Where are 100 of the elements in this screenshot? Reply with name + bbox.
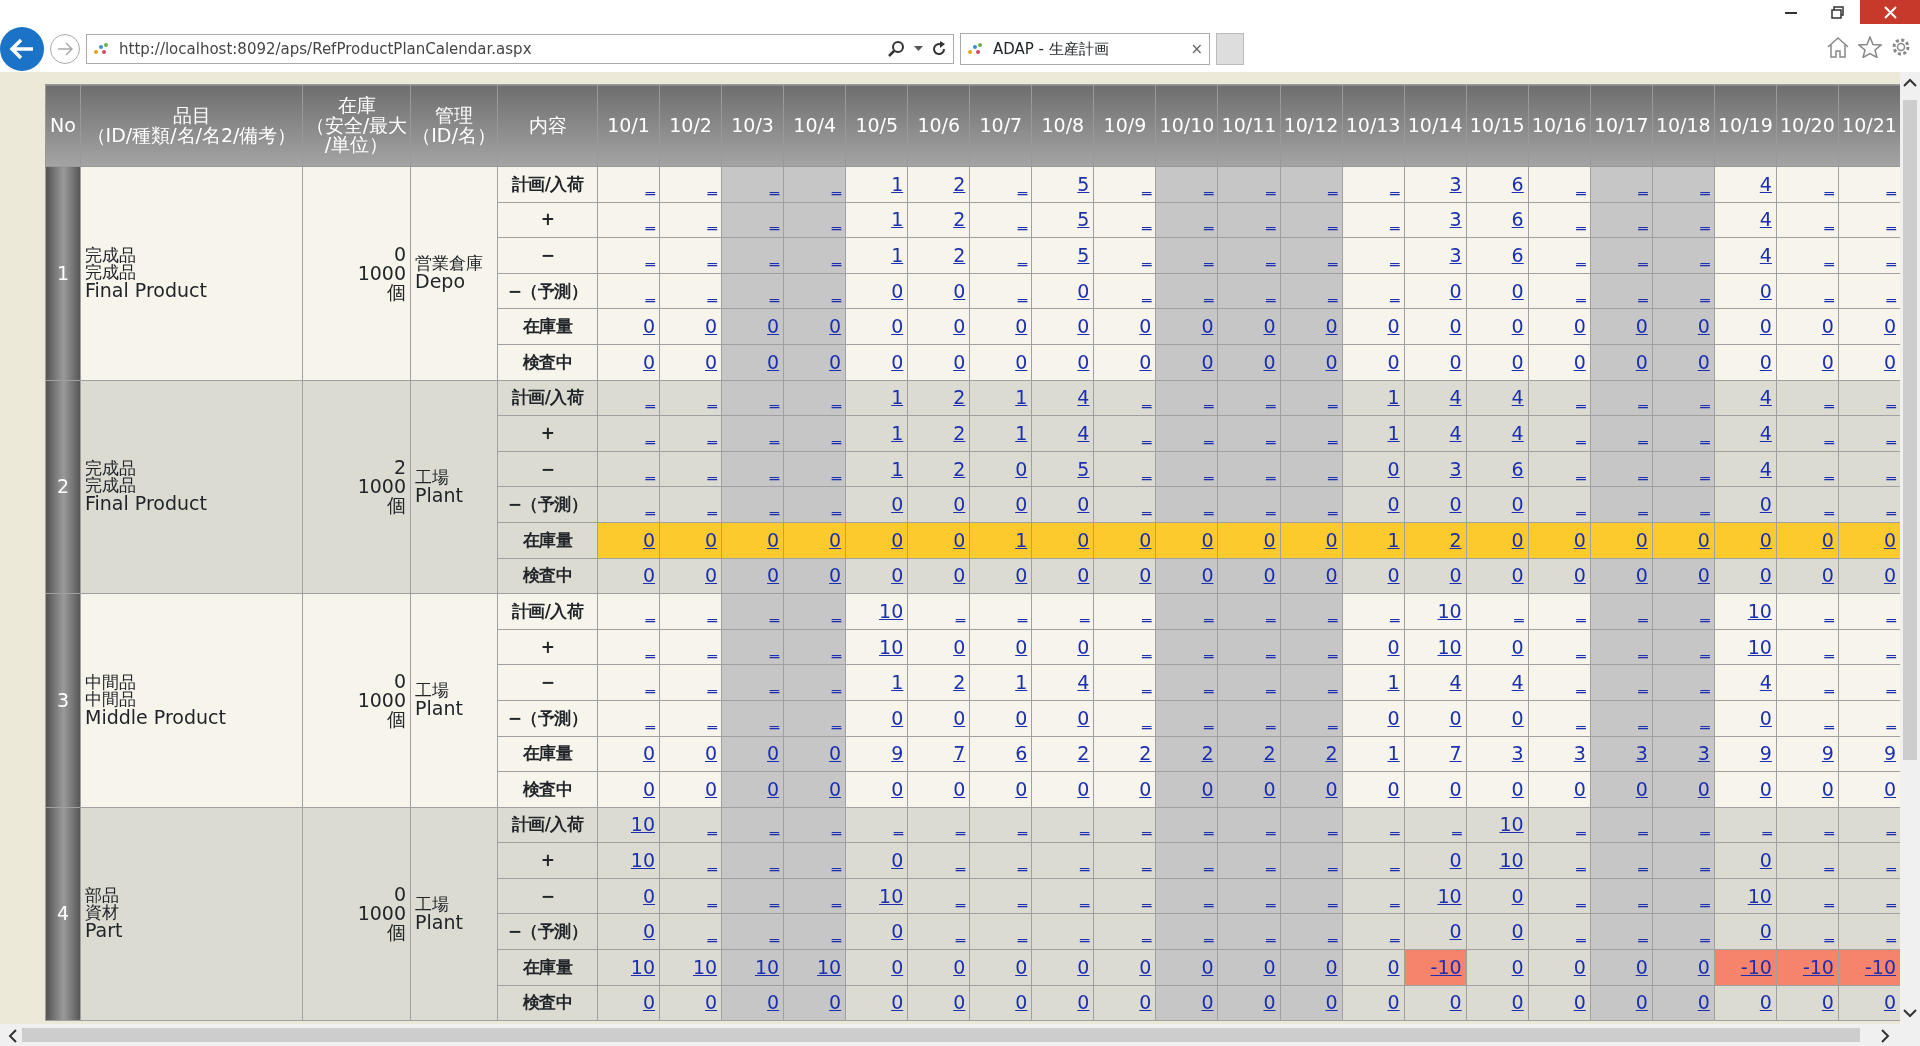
quantity-link[interactable]: _ <box>1700 386 1710 409</box>
quantity-link[interactable]: _ <box>1141 208 1152 231</box>
quantity-link[interactable]: 0 <box>1511 279 1524 302</box>
quantity-link[interactable]: _ <box>1824 599 1834 622</box>
quantity-link[interactable]: 0 <box>1263 955 1276 978</box>
quantity-link[interactable]: _ <box>1328 813 1338 836</box>
quantity-link[interactable]: 0 <box>953 955 966 978</box>
quantity-link[interactable]: 0 <box>1325 564 1338 587</box>
quantity-link[interactable]: _ <box>1886 599 1896 622</box>
quantity-link[interactable]: _ <box>1762 813 1772 836</box>
quantity-link[interactable]: 0 <box>1015 635 1028 658</box>
quantity-link[interactable]: 0 <box>1201 350 1214 373</box>
quantity-link[interactable]: _ <box>769 244 780 266</box>
scroll-up-icon[interactable] <box>1903 78 1917 87</box>
quantity-link[interactable]: _ <box>1017 279 1028 302</box>
quantity-link[interactable]: 0 <box>1759 849 1772 872</box>
quantity-link[interactable]: 4 <box>1759 208 1772 231</box>
quantity-link[interactable]: _ <box>1017 813 1028 836</box>
quantity-link[interactable]: _ <box>1576 849 1586 872</box>
quantity-link[interactable]: _ <box>1203 706 1214 729</box>
quantity-link[interactable]: _ <box>1328 671 1338 694</box>
quantity-link[interactable]: 3 <box>1573 742 1586 765</box>
quantity-link[interactable]: 0 <box>705 777 718 800</box>
quantity-link[interactable]: _ <box>769 813 780 836</box>
quantity-link[interactable]: 1 <box>891 244 904 266</box>
quantity-link[interactable]: _ <box>1886 849 1896 872</box>
quantity-link[interactable]: 0 <box>1077 493 1090 516</box>
quantity-link[interactable]: _ <box>1203 421 1214 444</box>
quantity-link[interactable]: 0 <box>1325 350 1338 373</box>
quantity-link[interactable]: 6 <box>1511 208 1524 231</box>
quantity-link[interactable]: 0 <box>1759 350 1772 373</box>
quantity-link[interactable]: 0 <box>642 991 656 1014</box>
quantity-link[interactable]: 4 <box>1511 421 1524 444</box>
search-icon[interactable] <box>888 40 906 58</box>
quantity-link[interactable]: 10 <box>1437 635 1462 658</box>
quantity-link[interactable]: 5 <box>1077 244 1090 266</box>
quantity-link[interactable]: _ <box>645 386 656 409</box>
quantity-link[interactable]: 1 <box>1015 528 1028 551</box>
quantity-link[interactable]: 10 <box>754 955 780 978</box>
quantity-link[interactable]: 0 <box>1449 493 1462 516</box>
quantity-link[interactable]: 10 <box>1437 884 1462 907</box>
address-bar[interactable]: http://localhost:8092/aps/RefProductPlanCalendar.aspx <box>86 34 954 64</box>
quantity-link[interactable]: 0 <box>767 564 780 587</box>
quantity-link[interactable]: 0 <box>1077 706 1090 729</box>
quantity-link[interactable]: _ <box>1700 706 1710 729</box>
quantity-link[interactable]: 7 <box>1449 742 1462 765</box>
quantity-link[interactable]: 0 <box>1511 955 1524 978</box>
quantity-link[interactable]: 0 <box>705 528 718 551</box>
quantity-link[interactable]: 0 <box>1821 777 1834 800</box>
quantity-link[interactable]: _ <box>1700 208 1710 231</box>
quantity-link[interactable]: _ <box>769 635 780 658</box>
quantity-link[interactable]: 0 <box>1759 991 1772 1014</box>
quantity-link[interactable]: 0 <box>1015 350 1028 373</box>
quantity-link[interactable]: 10 <box>630 813 656 836</box>
quantity-link[interactable]: 0 <box>1697 564 1710 587</box>
quantity-link[interactable]: _ <box>1079 813 1090 836</box>
quantity-link[interactable]: 0 <box>1635 777 1648 800</box>
quantity-link[interactable]: 0 <box>705 564 718 587</box>
quantity-link[interactable]: _ <box>1390 813 1400 836</box>
quantity-link[interactable]: 0 <box>1821 528 1834 551</box>
quantity-link[interactable]: 0 <box>1201 528 1214 551</box>
quantity-link[interactable]: _ <box>1638 599 1648 622</box>
quantity-link[interactable]: _ <box>1886 920 1896 943</box>
quantity-link[interactable]: _ <box>1824 635 1834 658</box>
quantity-link[interactable]: _ <box>1576 279 1586 302</box>
quantity-link[interactable]: _ <box>1266 421 1276 444</box>
quantity-link[interactable]: 0 <box>1387 706 1400 729</box>
quantity-link[interactable]: 0 <box>1015 315 1028 338</box>
quantity-link[interactable]: _ <box>1886 421 1896 444</box>
quantity-link[interactable]: _ <box>1700 671 1710 694</box>
quantity-link[interactable]: 2 <box>1201 742 1214 765</box>
quantity-link[interactable]: _ <box>831 706 842 729</box>
quantity-link[interactable]: _ <box>831 457 842 480</box>
quantity-link[interactable]: _ <box>707 884 718 907</box>
quantity-link[interactable]: _ <box>1700 279 1710 302</box>
quantity-link[interactable]: _ <box>1886 671 1896 694</box>
quantity-link[interactable]: 0 <box>642 884 656 907</box>
quantity-link[interactable]: 0 <box>1201 777 1214 800</box>
quantity-link[interactable]: _ <box>645 457 656 480</box>
quantity-link[interactable]: _ <box>1700 920 1710 943</box>
quantity-link[interactable]: 0 <box>1697 777 1710 800</box>
quantity-link[interactable]: _ <box>1824 920 1834 943</box>
quantity-link[interactable]: _ <box>1266 884 1276 907</box>
quantity-link[interactable]: 0 <box>1573 955 1586 978</box>
quantity-link[interactable]: _ <box>1017 244 1028 266</box>
quantity-link[interactable]: 9 <box>1821 742 1834 765</box>
quantity-link[interactable]: 0 <box>1387 493 1400 516</box>
quantity-link[interactable]: 1 <box>891 208 904 231</box>
quantity-link[interactable]: 0 <box>1511 350 1524 373</box>
quantity-link[interactable]: 4 <box>1759 457 1772 480</box>
quantity-link[interactable]: _ <box>1203 884 1214 907</box>
quantity-link[interactable]: _ <box>1017 849 1028 872</box>
dropdown-caret-icon[interactable] <box>914 46 923 52</box>
quantity-link[interactable]: _ <box>893 813 904 836</box>
quantity-link[interactable]: 0 <box>1201 955 1214 978</box>
quantity-link[interactable]: 0 <box>1449 991 1462 1014</box>
quantity-link[interactable]: _ <box>1328 172 1338 195</box>
quantity-link[interactable]: _ <box>1266 244 1276 266</box>
quantity-link[interactable]: _ <box>1266 706 1276 729</box>
quantity-link[interactable]: 0 <box>1077 350 1090 373</box>
